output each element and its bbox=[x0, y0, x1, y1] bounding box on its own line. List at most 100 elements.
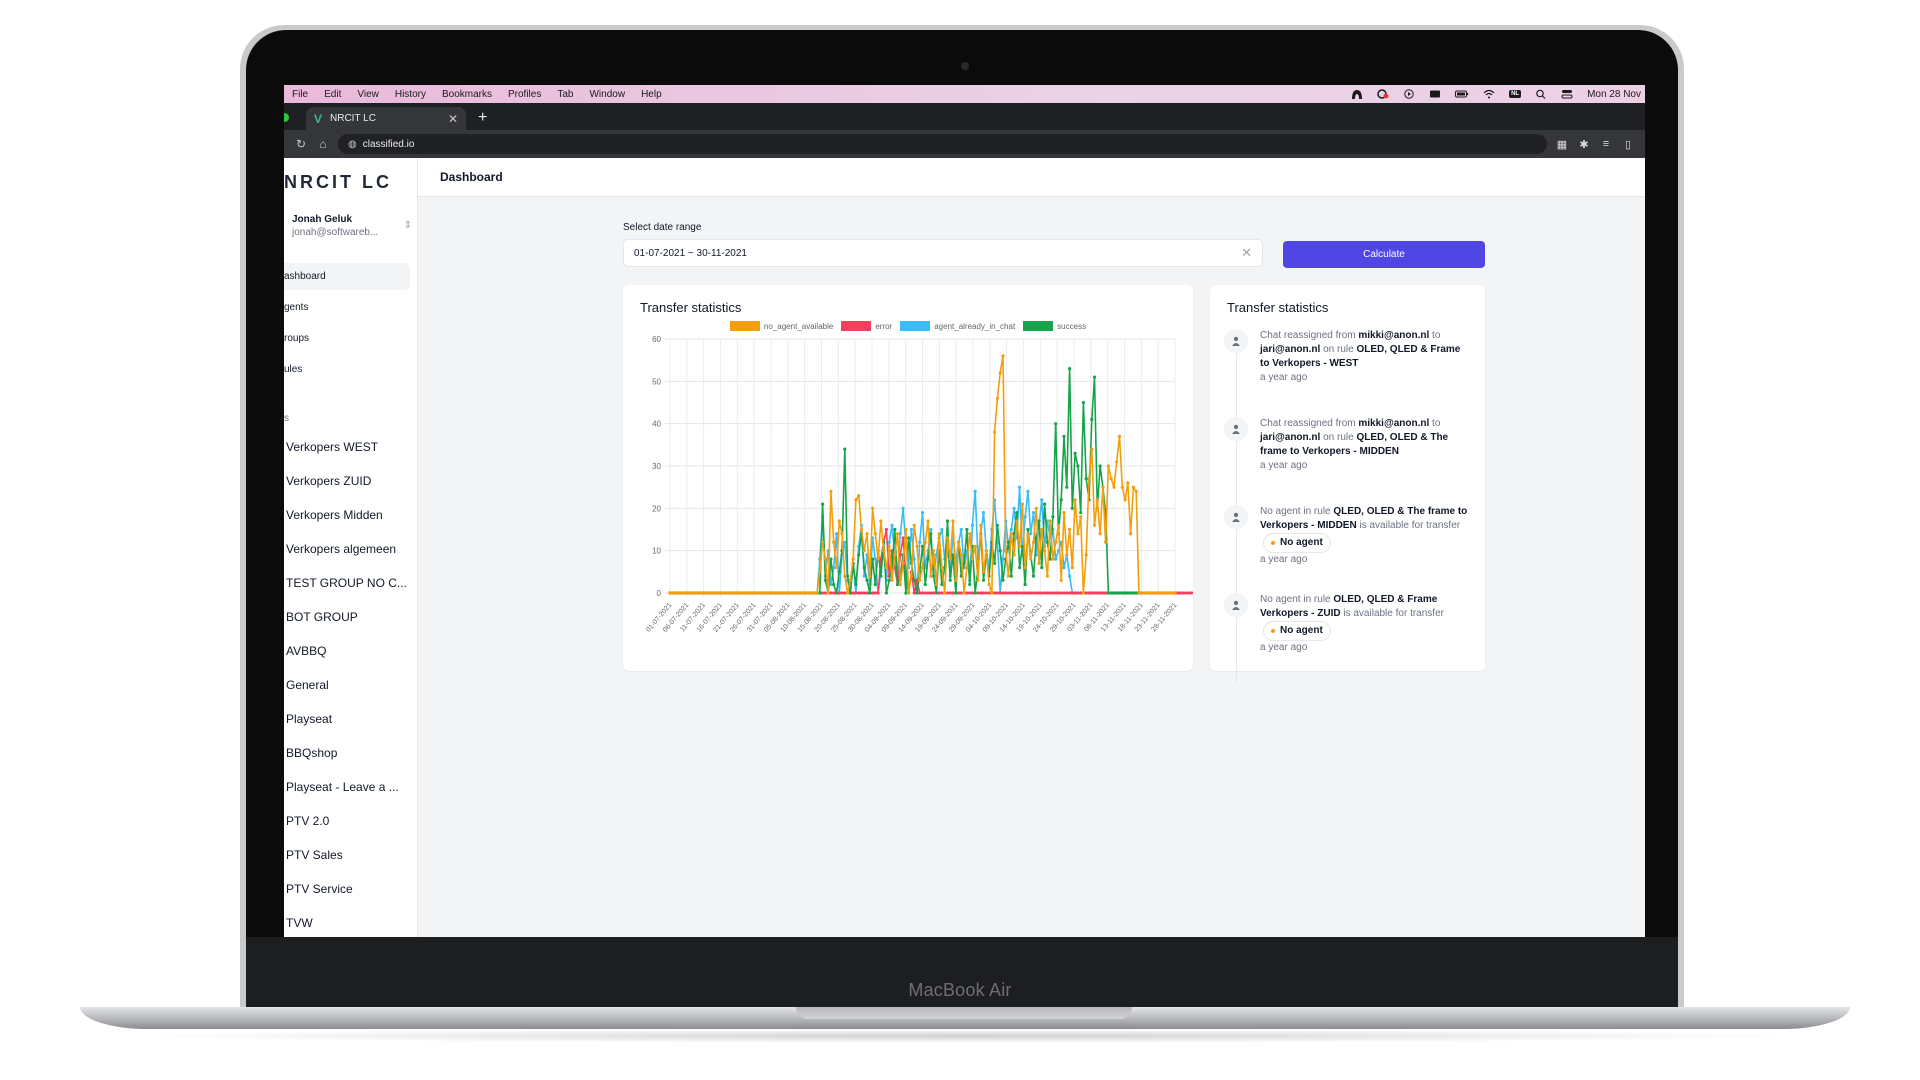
data-point-success bbox=[1109, 591, 1113, 595]
search-icon[interactable] bbox=[1535, 89, 1547, 99]
data-point-no_agent_available bbox=[1123, 498, 1127, 502]
window-zoom-button[interactable] bbox=[284, 113, 289, 122]
play-circle-icon[interactable] bbox=[1403, 89, 1415, 99]
data-point-error bbox=[857, 591, 861, 595]
menu-help[interactable]: Help bbox=[633, 89, 670, 100]
group-item[interactable]: AVBBQ bbox=[286, 634, 414, 668]
group-item[interactable]: BOT GROUP bbox=[286, 600, 414, 634]
menu-view[interactable]: View bbox=[349, 89, 387, 100]
menu-edit[interactable]: Edit bbox=[316, 89, 349, 100]
nav-item-agents[interactable]: gents bbox=[284, 294, 410, 321]
data-point-no_agent_available bbox=[807, 591, 811, 595]
legend-item[interactable]: success bbox=[1023, 321, 1086, 331]
screen-icon[interactable] bbox=[1429, 89, 1441, 99]
data-point-no_agent_available bbox=[707, 591, 711, 595]
group-item[interactable]: PTV Service bbox=[286, 872, 414, 906]
group-item[interactable]: PTV Sales bbox=[286, 838, 414, 872]
group-item[interactable]: General bbox=[286, 668, 414, 702]
data-point-no_agent_available bbox=[1020, 502, 1024, 506]
data-point-agent_already_in_chat bbox=[909, 527, 913, 532]
data-point-no_agent_available bbox=[732, 591, 736, 595]
data-point-no_agent_available bbox=[710, 591, 714, 595]
legend-item[interactable]: error bbox=[841, 321, 892, 331]
menu-tab[interactable]: Tab bbox=[549, 89, 581, 100]
group-item[interactable]: TEST GROUP NO C... bbox=[286, 566, 414, 600]
data-point-no_agent_available bbox=[1117, 434, 1122, 438]
nav-item-rules[interactable]: ules bbox=[284, 356, 410, 383]
address-bar[interactable]: ◍ classified.io bbox=[338, 134, 1547, 154]
data-point-no_agent_available bbox=[821, 540, 825, 544]
timeline-connector bbox=[1236, 353, 1237, 419]
battery-icon[interactable] bbox=[1455, 89, 1469, 99]
group-item[interactable]: Playseat - Leave a ... bbox=[286, 770, 414, 804]
data-point-no_agent_available bbox=[932, 549, 936, 553]
input-source-icon[interactable]: NL bbox=[1509, 90, 1522, 98]
group-item[interactable]: Verkopers Midden bbox=[286, 498, 414, 532]
data-point-success bbox=[1129, 591, 1133, 595]
data-point-error bbox=[1076, 591, 1080, 595]
group-item[interactable]: BBQshop bbox=[286, 736, 414, 770]
data-point-error bbox=[823, 591, 827, 595]
data-point-no_agent_available bbox=[1170, 591, 1174, 595]
data-point-no_agent_available bbox=[668, 591, 672, 595]
calculate-button[interactable]: Calculate bbox=[1283, 241, 1485, 268]
data-point-no_agent_available bbox=[915, 544, 919, 548]
date-range-input[interactable] bbox=[634, 247, 1242, 259]
nav-item-groups[interactable]: roups bbox=[284, 325, 410, 352]
menubar-clock[interactable]: Mon 28 Nov bbox=[1587, 89, 1641, 100]
group-item[interactable]: Verkopers algemeen bbox=[286, 532, 414, 566]
data-point-error bbox=[940, 591, 944, 595]
data-point-no_agent_available bbox=[868, 574, 872, 578]
data-point-success bbox=[965, 527, 969, 532]
media-control-icon[interactable]: ≡ bbox=[1595, 138, 1617, 150]
feed-item: Chat reassigned from mikki@anon.nl to ja… bbox=[1224, 417, 1471, 507]
device-label: MacBook Air bbox=[908, 980, 1012, 1000]
data-point-no_agent_available bbox=[1023, 566, 1027, 570]
data-point-no_agent_available bbox=[701, 591, 705, 595]
group-item[interactable]: Playseat bbox=[286, 702, 414, 736]
date-range-picker[interactable]: ✕ bbox=[623, 239, 1263, 267]
data-point-no_agent_available bbox=[826, 591, 830, 595]
extensions-puzzle-icon[interactable]: ✱ bbox=[1573, 138, 1595, 151]
data-point-no_agent_available bbox=[1018, 544, 1022, 548]
legend-item[interactable]: agent_already_in_chat bbox=[900, 321, 1015, 331]
menu-file[interactable]: File bbox=[284, 89, 316, 100]
group-item[interactable]: TVW bbox=[286, 906, 414, 937]
cloud-sync-icon[interactable] bbox=[1351, 89, 1363, 99]
group-item[interactable]: Verkopers ZUID bbox=[286, 464, 414, 498]
wifi-icon[interactable] bbox=[1483, 89, 1495, 99]
data-point-no_agent_available bbox=[696, 591, 700, 595]
data-point-error bbox=[1073, 591, 1077, 595]
legend-label: no_agent_available bbox=[763, 321, 834, 331]
data-point-agent_already_in_chat bbox=[981, 511, 986, 515]
new-tab-button[interactable]: + bbox=[478, 109, 487, 127]
group-item[interactable]: PTV 2.0 bbox=[286, 804, 414, 838]
creative-cloud-icon[interactable] bbox=[1377, 89, 1389, 99]
data-point-error bbox=[1006, 591, 1011, 595]
menu-bookmarks[interactable]: Bookmarks bbox=[434, 89, 500, 100]
menu-profiles[interactable]: Profiles bbox=[500, 89, 549, 100]
legend-item[interactable]: no_agent_available bbox=[729, 321, 834, 331]
home-icon[interactable]: ⌂ bbox=[312, 137, 334, 151]
data-point-error bbox=[1037, 591, 1041, 595]
data-point-no_agent_available bbox=[1056, 523, 1061, 527]
group-item[interactable]: Verkopers WEST bbox=[286, 430, 414, 464]
user-switcher[interactable]: Jonah Geluk jonah@softwareb... ⇕ bbox=[292, 214, 412, 238]
clear-icon[interactable]: ✕ bbox=[1241, 245, 1252, 261]
feed-item: Chat reassigned from mikki@anon.nl to ja… bbox=[1224, 329, 1471, 419]
devtools-extension-icon[interactable]: ▦ bbox=[1551, 138, 1573, 151]
data-point-error bbox=[1015, 591, 1019, 595]
browser-tab[interactable]: V NRCIT LC ✕ bbox=[306, 107, 466, 130]
menu-window[interactable]: Window bbox=[581, 89, 633, 100]
site-info-icon[interactable]: ◍ bbox=[348, 139, 357, 150]
control-center-icon[interactable] bbox=[1561, 89, 1573, 99]
reload-icon[interactable]: ↻ bbox=[290, 137, 312, 151]
tab-close-icon[interactable]: ✕ bbox=[448, 112, 458, 126]
data-point-no_agent_available bbox=[740, 591, 744, 595]
menu-history[interactable]: History bbox=[387, 89, 434, 100]
data-point-success bbox=[1120, 591, 1124, 595]
data-point-success bbox=[832, 582, 836, 587]
side-panel-icon[interactable]: ▯ bbox=[1617, 138, 1639, 151]
data-point-success bbox=[1126, 591, 1130, 595]
nav-item-dashboard[interactable]: ashboard bbox=[284, 263, 410, 290]
